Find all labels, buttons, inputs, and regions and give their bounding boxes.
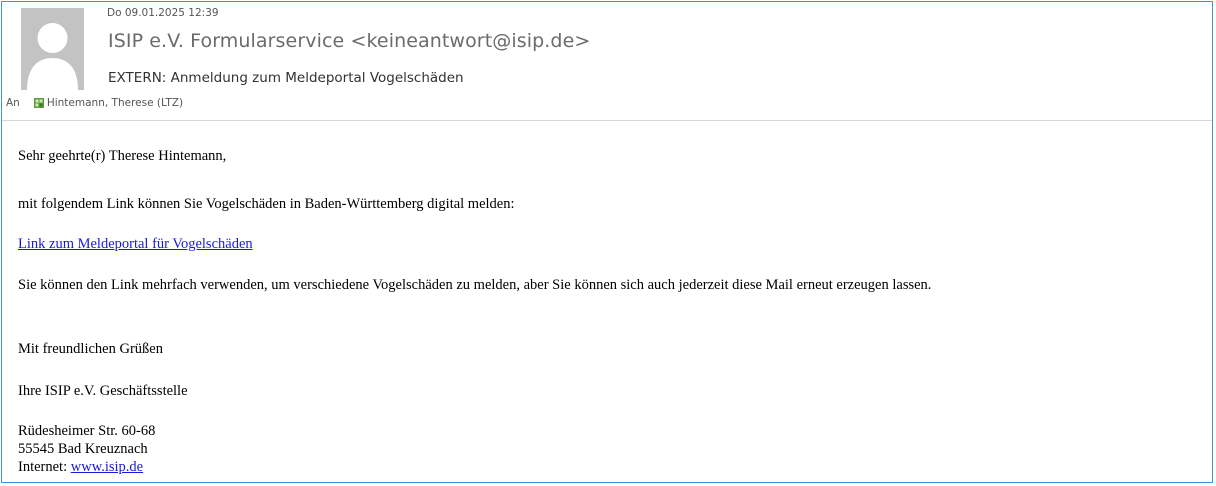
closing-text: Mit freundlichen Grüßen	[18, 341, 163, 357]
signature-text: Ihre ISIP e.V. Geschäftsstelle	[18, 383, 188, 399]
email-datetime: Do 09.01.2025 12:39	[107, 7, 219, 19]
email-window: Do 09.01.2025 12:39 ISIP e.V. Formularse…	[1, 1, 1213, 483]
email-sender[interactable]: ISIP e.V. Formularservice <keineantwort@…	[108, 30, 590, 52]
address-street: Rüdesheimer Str. 60-68	[18, 423, 156, 439]
website-label: Internet:	[18, 459, 71, 475]
recipient-name[interactable]: Hintemann, Therese (LTZ)	[47, 97, 183, 109]
meldeportal-link[interactable]: Link zum Meldeportal für Vogelschäden	[18, 236, 253, 252]
info-text: Sie können den Link mehrfach verwenden, …	[18, 277, 932, 293]
email-header: Do 09.01.2025 12:39 ISIP e.V. Formularse…	[2, 2, 1212, 121]
recipient-row: An Hintemann, Therese (LTZ)	[6, 97, 183, 109]
address-city: 55545 Bad Kreuznach	[18, 441, 148, 457]
website-line: Internet: www.isip.de	[18, 459, 143, 476]
email-subject: EXTERN: Anmeldung zum Meldeportal Vogels…	[108, 70, 464, 86]
intro-text: mit folgendem Link können Sie Vogelschäd…	[18, 196, 515, 212]
to-label: An	[6, 97, 20, 109]
contact-card-icon	[33, 98, 44, 108]
meldeportal-link-paragraph: Link zum Meldeportal für Vogelschäden	[18, 236, 253, 253]
website-link[interactable]: www.isip.de	[71, 459, 143, 475]
greeting-text: Sehr geehrte(r) Therese Hintemann,	[18, 148, 227, 164]
person-placeholder-icon	[21, 8, 84, 90]
